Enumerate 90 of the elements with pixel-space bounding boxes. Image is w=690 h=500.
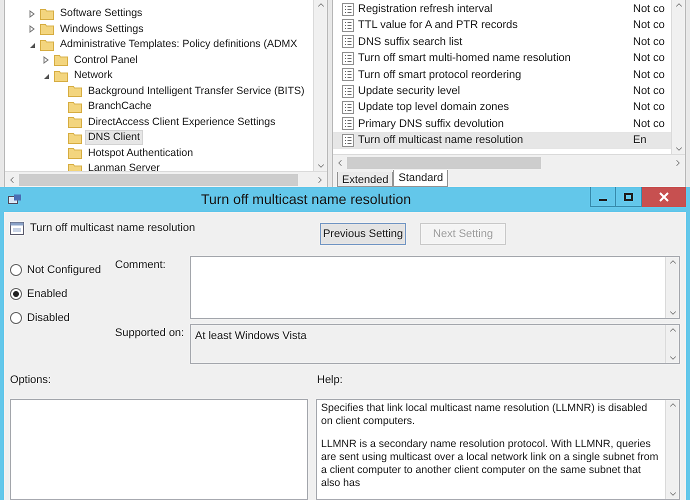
tree-item[interactable]: Administrative Templates: Policy definitions (ADMX: [57, 38, 300, 52]
policy-name: TTL value for A and PTR records: [358, 18, 519, 34]
policy-row[interactable]: Turn off multicast name resolution En: [333, 132, 671, 149]
comment-label: Comment:: [115, 258, 167, 273]
policy-row[interactable]: Primary DNS suffix devolution Not co: [333, 116, 671, 132]
folder-icon: [40, 8, 54, 20]
help-text: LLMNR is a secondary name resolution protocol. With LLMNR, queries are sent using multicast over a local network link on a single subnet from a client computer to another client computer on the same subnet that also has: [321, 438, 660, 490]
tree-item[interactable]: Background Intelligent Transfer Service (BITS): [85, 84, 308, 98]
folder-icon: [68, 100, 82, 113]
policy-state: Not co: [633, 100, 666, 116]
folder-icon: [68, 147, 82, 160]
help-label: Help:: [317, 373, 343, 388]
tree-item[interactable]: BranchCache: [85, 100, 155, 114]
policy-document-icon: [342, 2, 354, 16]
policy-document-icon: [342, 84, 354, 98]
radio-label[interactable]: Disabled: [27, 310, 70, 326]
options-label: Options:: [10, 373, 52, 388]
vertical-scrollbar[interactable]: [665, 325, 679, 363]
app-icon: [8, 194, 22, 206]
comment-field[interactable]: [190, 256, 680, 319]
folder-icon: [68, 132, 82, 144]
horizontal-scrollbar[interactable]: [333, 154, 685, 170]
vertical-scrollbar[interactable]: [665, 400, 679, 499]
view-tab[interactable]: Standard: [393, 170, 448, 187]
policy-name: Registration refresh interval: [358, 2, 494, 17]
expand-triangle-icon[interactable]: [27, 24, 37, 34]
tree-item[interactable]: Hotspot Authentication: [85, 146, 196, 160]
folder-icon: [68, 116, 82, 128]
tree-item[interactable]: Software Settings: [57, 7, 146, 20]
horizontal-scrollbar[interactable]: [5, 171, 327, 187]
close-icon[interactable]: [642, 187, 686, 207]
tree-item[interactable]: Network: [71, 69, 116, 82]
policy-state: Not co: [633, 2, 666, 17]
setting-name: Turn off multicast name resolution: [30, 221, 196, 236]
radio-button[interactable]: [10, 264, 22, 276]
radio-button[interactable]: [10, 312, 22, 324]
supported-on-value: At least Windows Vista: [194, 329, 308, 344]
policy-state: Not co: [633, 34, 666, 50]
help-text: Specifies that link local multicast name resolution (LLMNR) is disabled on client computers.: [321, 402, 648, 428]
policy-row[interactable]: DNS suffix search list Not co: [333, 34, 671, 50]
policy-document-icon: [342, 52, 354, 65]
policy-name: Update top level domain zones: [358, 100, 510, 116]
policy-row[interactable]: TTL value for A and PTR records Not co: [333, 17, 671, 34]
policy-name: DNS suffix search list: [358, 34, 464, 50]
policy-document-icon: [342, 35, 354, 48]
minimize-icon[interactable]: [590, 187, 616, 207]
policy-row[interactable]: Update top level domain zones Not co: [333, 99, 671, 116]
setting-icon: [10, 222, 24, 235]
policy-document-icon: [342, 117, 354, 130]
view-tab[interactable]: Extended: [337, 172, 394, 187]
nav-button[interactable]: Previous Setting: [320, 223, 406, 245]
vertical-scrollbar[interactable]: [313, 0, 327, 171]
policy-state: Not co: [633, 116, 666, 132]
policy-name: Turn off multicast name resolution: [358, 133, 524, 148]
policy-state: Not co: [633, 51, 666, 66]
folder-icon: [54, 70, 68, 82]
policy-name: Update security level: [358, 84, 462, 99]
policy-state: Not co: [633, 68, 666, 83]
tree-item[interactable]: DirectAccess Client Experience Settings: [85, 116, 278, 129]
folder-icon: [68, 85, 82, 98]
expand-triangle-icon[interactable]: [41, 55, 51, 66]
policy-state: Not co: [633, 18, 666, 34]
radio-label[interactable]: Not Configured: [27, 262, 101, 278]
policy-document-icon: [342, 134, 354, 147]
vertical-scrollbar[interactable]: [665, 257, 679, 318]
tree-item[interactable]: Windows Settings: [57, 22, 146, 36]
folder-icon: [40, 38, 54, 51]
policy-document-icon: [342, 101, 354, 114]
vertical-scrollbar[interactable]: [671, 0, 685, 154]
policy-name: Primary DNS suffix devolution: [358, 116, 505, 132]
policy-row[interactable]: Registration refresh interval Not co: [333, 1, 671, 18]
policy-state: En: [633, 133, 648, 148]
radio-label[interactable]: Enabled: [27, 286, 68, 302]
policy-name: Turn off smart multi-homed name resolution: [358, 51, 572, 66]
expand-triangle-icon[interactable]: [27, 8, 37, 19]
policy-name: Turn off smart protocol reordering: [358, 68, 522, 83]
policy-row[interactable]: Turn off smart protocol reordering Not co: [333, 66, 671, 83]
folder-icon: [54, 54, 68, 66]
policy-row[interactable]: Turn off smart multi-homed name resolution Not co: [333, 50, 671, 67]
policy-state: Not co: [633, 84, 666, 99]
tree-item[interactable]: Lanman Server: [85, 162, 163, 171]
supported-on-label: Supported on:: [115, 326, 186, 341]
folder-icon: [40, 23, 54, 36]
policy-row[interactable]: Update security level Not co: [333, 82, 671, 100]
dialog-title: Turn off multicast name resolution: [200, 190, 412, 209]
radio-button[interactable]: [10, 288, 22, 300]
policy-document-icon: [342, 19, 354, 32]
tree-item[interactable]: DNS Client: [85, 130, 143, 146]
tree-item[interactable]: Control Panel: [71, 54, 141, 67]
policy-document-icon: [342, 68, 354, 82]
